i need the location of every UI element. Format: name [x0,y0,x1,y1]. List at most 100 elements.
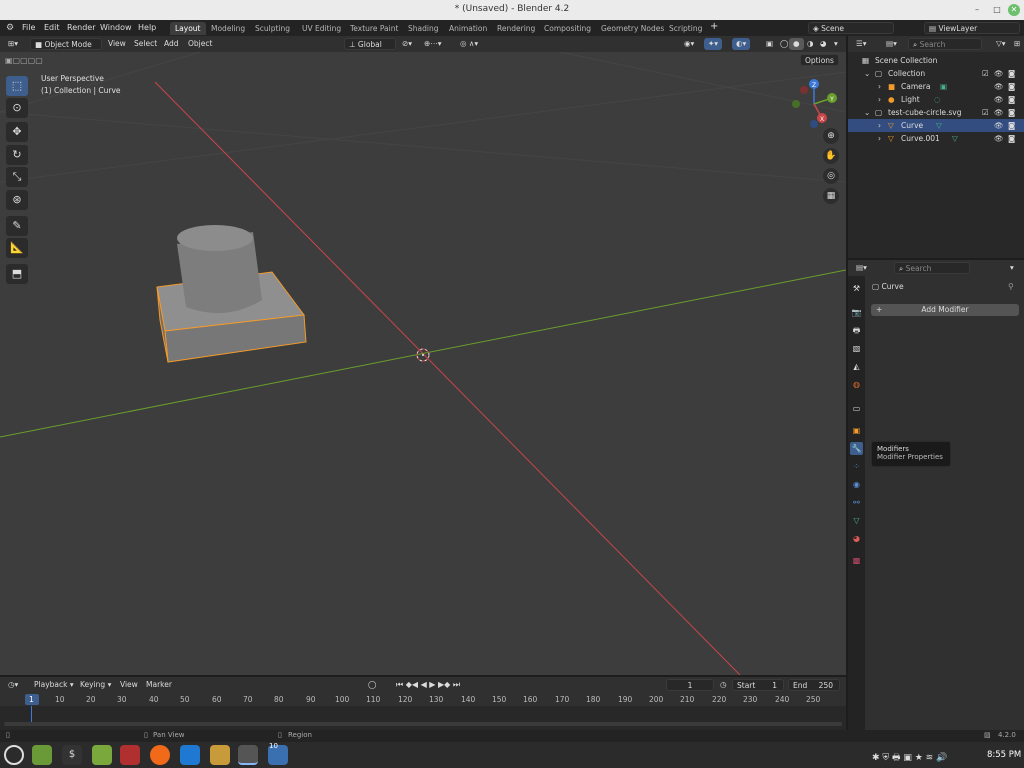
menu-render[interactable]: Render [67,23,95,32]
add-modifier-button[interactable]: + Add Modifier [871,304,1019,316]
overlay-toggle-icon[interactable]: ◐▾ [732,38,751,50]
select-mode-buttons[interactable]: ▣▢▢▢▢ [5,56,57,67]
tab-shading[interactable]: Shading [403,22,443,35]
blender-task-icon[interactable] [238,745,258,765]
camera-render-icon[interactable]: ◙ [1008,93,1015,106]
options-button[interactable]: Options [800,54,839,66]
pin-icon[interactable]: ⚲ [1008,282,1014,291]
camera-render-icon[interactable]: ◙ [1008,119,1015,132]
gizmo-toggle-icon[interactable]: ✦▾ [704,38,723,50]
new-collection-icon[interactable]: ⊞ [1010,38,1024,50]
system-tray-icons[interactable]: ✱ ⛨ 🖶 ▣ ★ ≋ 🔊 [872,750,947,766]
current-frame-field[interactable]: 1 [666,679,714,691]
outliner-row-camera[interactable]: › ■ Camera ▣ 👁 ◙ [848,80,1024,93]
cursor-tool-icon[interactable]: ⊙ [6,98,28,118]
visibility-icon[interactable]: ◉▾ [680,38,698,50]
auto-keying-icon[interactable]: ◯ [364,679,380,691]
properties-editor-type-icon[interactable]: ▤▾ [852,262,871,274]
chevron-down-icon[interactable]: ⌄ [864,106,870,119]
camera-render-icon[interactable]: ◙ [1008,80,1015,93]
constraints-tab-icon[interactable]: ⚯ [850,496,863,509]
material-tab-icon[interactable]: ◕ [850,532,863,545]
3d-viewport[interactable]: User Perspective (1) Collection | Curve … [0,52,846,675]
chevron-right-icon[interactable]: › [878,119,881,132]
shading-options-icon[interactable]: ▾ [830,38,842,50]
rotate-tool-icon[interactable]: ↻ [6,145,28,165]
terminal-icon[interactable]: $ [62,745,82,765]
tab-texture-paint[interactable]: Texture Paint [345,22,403,35]
end-frame-field[interactable]: End 250 [788,679,840,691]
camera-render-icon[interactable]: ◙ [1008,67,1015,80]
tab-rendering[interactable]: Rendering [492,22,540,35]
camera-view-icon[interactable]: ◎ [823,168,839,184]
view-layer-selector[interactable]: ▤ ViewLayer [924,22,1020,34]
proportional-edit-icon[interactable]: ◎ ∧▾ [456,38,482,50]
world-tab-icon[interactable]: ◍ [850,378,863,391]
tab-geometry-nodes[interactable]: Geometry Nodes [596,22,669,35]
pan-hand-icon[interactable]: ✋ [823,148,839,164]
mint-menu-icon[interactable] [4,745,24,765]
scene-tab-icon[interactable]: ◭ [850,360,863,373]
chevron-down-icon[interactable]: ⌄ [864,67,870,80]
ortho-grid-icon[interactable]: ▦ [823,188,839,204]
timeline-scrollbar[interactable] [4,722,842,726]
outliner-row-curve[interactable]: › ▽ Curve ▽ 👁 ◙ [848,119,1024,132]
particles-tab-icon[interactable]: ⁘ [850,460,863,473]
outliner-row-scene-collection[interactable]: ▦ Scene Collection [848,54,1024,67]
select-box-tool-icon[interactable]: ⬚ [6,76,28,96]
outliner-row-light[interactable]: › ● Light ◌ 👁 ◙ [848,93,1024,106]
zoom-icon[interactable]: ⊕ [823,128,839,144]
show-desktop-icon[interactable] [32,745,52,765]
gimp-icon[interactable] [210,745,230,765]
minimize-icon[interactable]: – [971,4,983,16]
blender-logo-icon[interactable]: ⚙ [6,23,14,33]
tab-sculpting[interactable]: Sculpting [250,22,295,35]
app-icon-blue[interactable] [180,745,200,765]
texture-tab-icon[interactable]: ▩ [850,554,863,567]
scene-selector[interactable]: ◈ Scene [808,22,894,34]
transform-orientation[interactable]: ⊥ Global [344,38,396,50]
app-icon-red[interactable] [120,745,140,765]
move-tool-icon[interactable]: ✥ [6,122,28,142]
measure-tool-icon[interactable]: 📐 [6,238,28,258]
playback-controls[interactable]: ⏮ ◆◀ ◀ ▶ ▶◆ ⏭ [392,679,464,691]
snap-icon[interactable]: ⊕⋯▾ [420,38,446,50]
eye-icon[interactable]: 👁 [994,80,1004,93]
playback-menu[interactable]: Playback ▾ [30,679,78,691]
transform-tool-icon[interactable]: ⊛ [6,190,28,210]
eye-icon[interactable]: 👁 [994,106,1004,119]
eye-icon[interactable]: 👁 [994,67,1004,80]
solid-shading-icon[interactable]: ● [789,38,804,50]
tab-compositing[interactable]: Compositing [539,22,596,35]
object-tab-icon[interactable]: ▣ [850,424,863,437]
chevron-right-icon[interactable]: › [878,132,881,145]
output-tab-icon[interactable]: 🖶 [850,324,863,337]
scale-tool-icon[interactable]: ⤡ [6,167,28,187]
tab-modeling[interactable]: Modeling [206,22,250,35]
filter-icon[interactable]: ▽▾ [992,38,1010,50]
tool-tab-icon[interactable]: ⚒ [850,282,863,295]
tab-layout[interactable]: Layout [170,22,206,35]
outliner-search-input[interactable]: ⌕ Search [908,38,982,50]
menu-file[interactable]: File [22,23,35,32]
chevron-right-icon[interactable]: › [878,93,881,106]
screenshot-task-icon[interactable]: 10 [268,742,288,765]
collection-tab-icon[interactable]: ▭ [850,402,863,415]
mode-selector[interactable]: ■ Object Mode [30,38,102,50]
properties-search-input[interactable]: ⌕ Search [894,262,970,274]
view-layer-tab-icon[interactable]: ▧ [850,342,863,355]
editor-type-icon[interactable]: ⊞▾ [4,38,22,50]
rendered-shading-icon[interactable]: ◕ [816,38,831,50]
modifiers-tab-icon[interactable]: 🔧 [850,442,863,455]
tab-animation[interactable]: Animation [444,22,492,35]
checkbox-icon[interactable]: ☑ [982,106,989,119]
preview-range-icon[interactable]: ◷ [716,679,731,691]
select-menu[interactable]: Select [130,38,161,50]
maximize-icon[interactable]: □ [991,4,1003,16]
camera-render-icon[interactable]: ◙ [1008,106,1015,119]
files-icon[interactable] [92,745,112,765]
clock[interactable]: 8:55 PM [987,750,1021,760]
menu-help[interactable]: Help [138,23,156,32]
eye-icon[interactable]: 👁 [994,93,1004,106]
add-workspace-icon[interactable]: + [710,21,718,32]
